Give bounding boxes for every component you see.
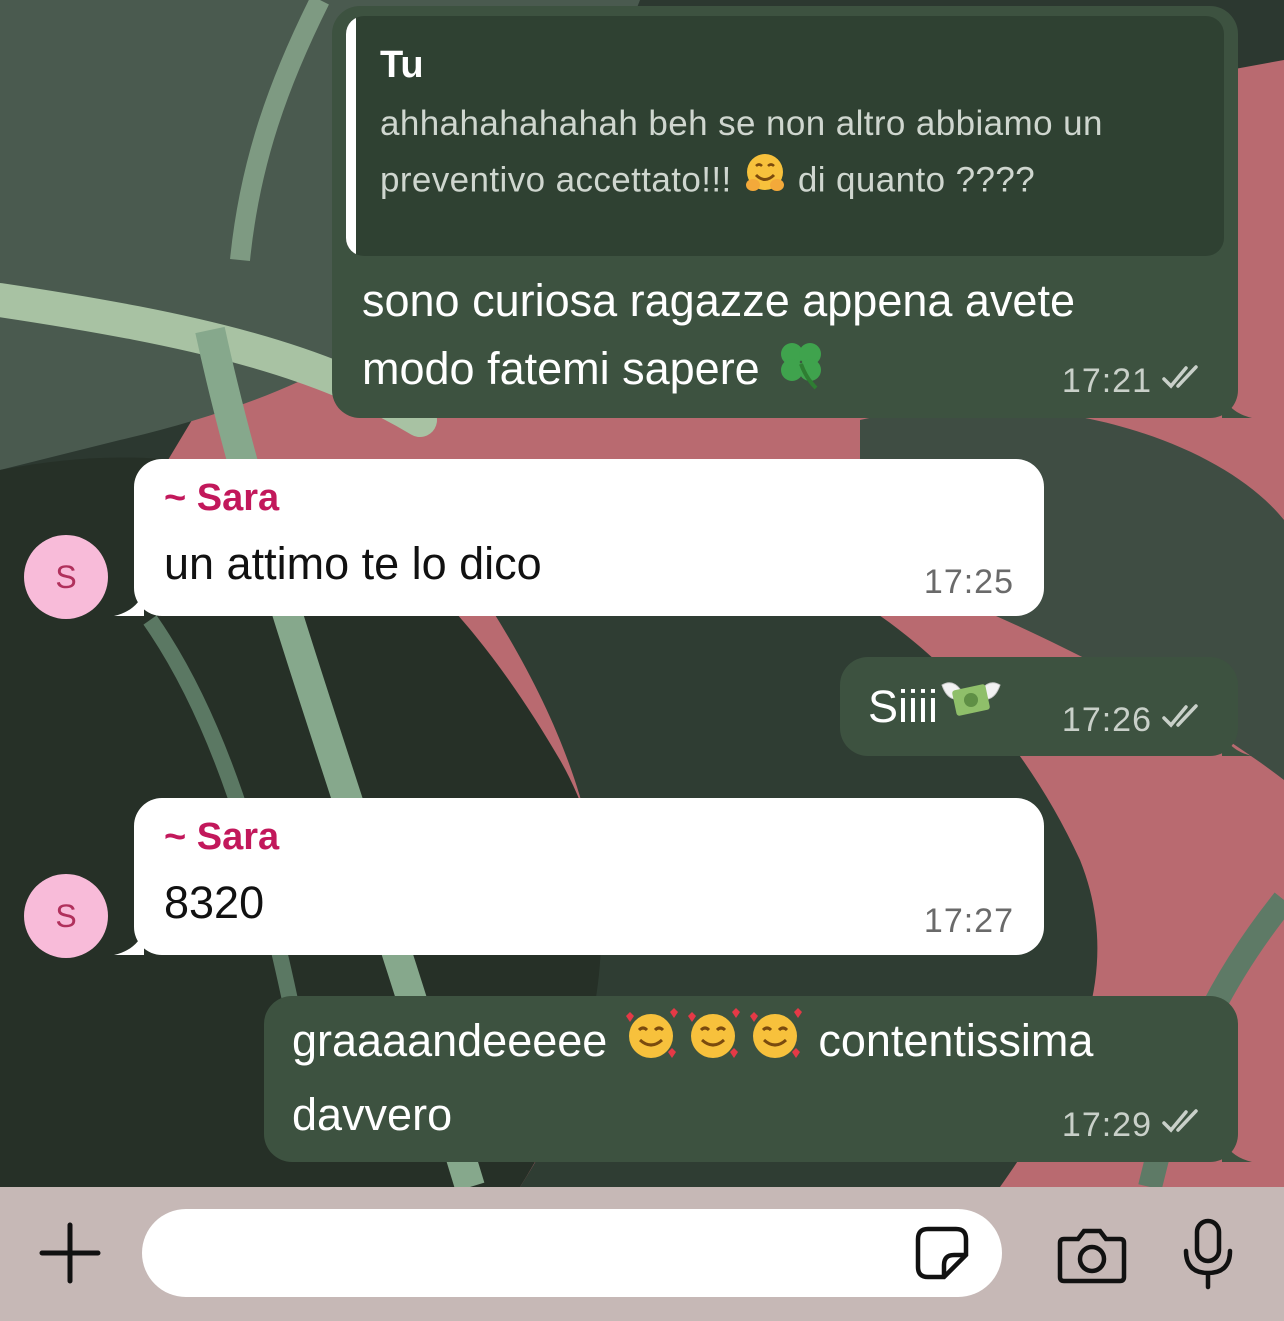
bubble-tail	[114, 929, 144, 955]
message-time: 17:21	[1062, 362, 1206, 401]
double-check-icon	[1160, 1106, 1206, 1145]
smiling-face-with-hearts-icon	[744, 1006, 806, 1082]
quote-text: ahhahahahahah beh se non altro abbiamo u…	[380, 97, 1194, 213]
message-bubble-incoming[interactable]: ~ Sara un attimo te lo dico 17:25	[114, 459, 1044, 616]
sticker-icon[interactable]	[914, 1225, 970, 1281]
quoted-reply[interactable]: Tu ahhahahahahah beh se non altro abbiam…	[346, 16, 1224, 256]
message-bubble-outgoing[interactable]: Tu ahhahahahahah beh se non altro abbiam…	[332, 6, 1252, 418]
message-input[interactable]	[142, 1209, 1002, 1297]
bubble-tail	[1222, 1136, 1252, 1162]
microphone-icon[interactable]	[1180, 1217, 1236, 1291]
bubble-tail	[1222, 392, 1252, 418]
composer-bar	[0, 1187, 1284, 1321]
bubble-tail	[114, 590, 144, 616]
money-with-wings-icon	[938, 673, 1004, 747]
plus-icon[interactable]	[38, 1221, 102, 1285]
message-time: 17:29	[1062, 1106, 1206, 1145]
message-time: 17:27	[923, 902, 1014, 940]
sender-name[interactable]: ~ Sara	[164, 477, 279, 520]
message-time: 17:26	[1062, 701, 1206, 740]
hugging-face-icon	[742, 151, 788, 213]
double-check-icon	[1160, 701, 1206, 740]
four-leaf-clover-icon	[772, 334, 830, 410]
message-bubble-outgoing[interactable]: Siiii 17:26	[840, 657, 1252, 756]
smiling-face-with-hearts-icon	[620, 1006, 682, 1082]
bubble-tail	[1222, 730, 1252, 756]
message-text: Siiii	[868, 673, 1004, 747]
avatar[interactable]: S	[24, 535, 108, 619]
message-text: graaaandeeeee contentissima davvero	[292, 1006, 1093, 1148]
quote-author: Tu	[380, 44, 424, 86]
message-time: 17:25	[923, 563, 1014, 601]
message-text: 8320	[164, 877, 265, 928]
message-bubble-incoming[interactable]: ~ Sara 8320 17:27	[114, 798, 1044, 955]
smiling-face-with-hearts-icon	[682, 1006, 744, 1082]
message-bubble-outgoing[interactable]: graaaandeeeee contentissima davvero 17:2…	[264, 996, 1252, 1162]
message-text: un attimo te lo dico	[164, 538, 542, 589]
camera-icon[interactable]	[1056, 1225, 1128, 1285]
quote-accent-bar	[346, 16, 356, 256]
message-text: sono curiosa ragazze appena avete modo f…	[362, 268, 1075, 410]
sender-name[interactable]: ~ Sara	[164, 816, 279, 859]
double-check-icon	[1160, 362, 1206, 401]
avatar[interactable]: S	[24, 874, 108, 958]
